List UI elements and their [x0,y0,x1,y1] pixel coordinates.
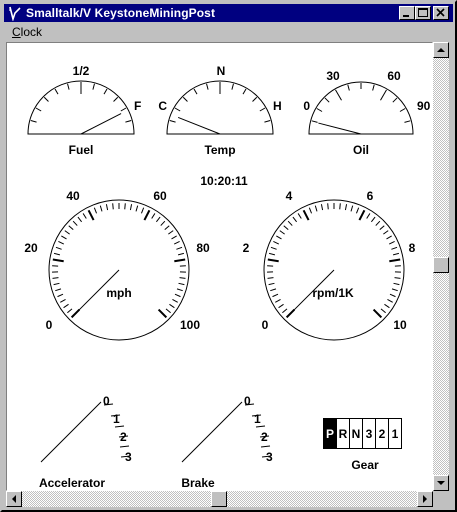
pedal-lever[interactable] [40,401,102,463]
gear-option-label: 2 [379,427,386,441]
pedal-position-label: 2 [120,430,127,444]
gauge-scale-label: 10 [393,318,407,332]
pedal-lever[interactable] [181,401,243,463]
gauge-scale-label: 90 [417,99,431,113]
clock-time: 10:20:11 [200,174,248,188]
accelerator-pedal[interactable]: 012 3 Accelerator [39,394,132,490]
pedal-tick [114,425,125,428]
window-title: Smalltalk/V KeystoneMiningPost [26,6,216,20]
gear-selector[interactable]: P R N 3 2 1 Gear [323,418,402,473]
oil-gauge: 0 30 60 90 Oil [303,69,430,157]
pedal-position-label: 2 [261,430,268,444]
pedal-position-label: 1 [113,412,120,426]
maximize-icon [418,8,428,17]
gauge-scale-label: H [273,99,282,113]
pedal-tick [255,425,266,428]
gauge-scale-label: 0 [46,318,53,332]
gauge-scale-label: 2 [243,241,250,255]
fuel-gauge: E1/2FFuel [27,64,141,157]
pedal-tick [119,445,130,448]
scroll-left-button[interactable] [6,491,22,507]
gauge-name-label: Temp [204,143,235,157]
gauge-scale-label: 20 [24,241,38,255]
gauge-scale-label: 100 [180,318,200,332]
horizontal-scroll-thumb[interactable] [211,491,227,507]
gauge-unit-label: rpm/1K [312,286,354,300]
scroll-up-button[interactable] [433,42,449,58]
arrow-up-icon [437,48,445,52]
vertical-scroll-thumb[interactable] [433,257,449,273]
gear-option-label: P [326,427,334,441]
arrow-left-icon [12,495,16,503]
gauge-tick [112,203,114,210]
gauge-scale-label: 6 [367,189,374,203]
gauge-name-label: Oil [353,143,369,157]
gear-name-label: Gear [351,458,379,472]
maximize-button[interactable] [415,6,431,20]
gauge-tick [327,203,329,210]
tachometer-gauge: 0 2 4 6 8 10 rpm/1K [243,189,416,341]
gauge-name-label: Fuel [69,143,94,157]
gear-option-label: R [339,427,348,441]
gauge-scale-label: 40 [66,189,80,203]
gauge-scale-label: 0 [262,318,269,332]
speedometer-gauge: 0 20 40 60 80 100 mph [24,189,210,341]
brake-pedal[interactable]: 012 3 Brake [181,394,273,490]
menu-item-clock[interactable]: Clock [12,25,42,39]
gauge-dial [308,81,414,135]
minimize-icon [403,15,409,17]
pedal-position-label: 0 [103,394,110,408]
pedal-tick [260,445,271,448]
gauge-scale-label: 1/2 [73,64,90,78]
arrow-right-icon [423,495,427,503]
gauge-scale-label: 4 [286,189,293,203]
gauge-scale-label: 60 [387,69,401,83]
vertical-scrollbar[interactable] [433,42,449,491]
gauge-scale-label: 8 [409,241,416,255]
gauge-scale-label: N [217,64,226,78]
scroll-down-button[interactable] [433,475,449,491]
pedal-name-label: Brake [181,476,215,490]
minimize-button[interactable] [399,6,415,20]
close-button[interactable] [433,6,449,20]
arrow-down-icon [437,481,445,485]
size-grip [433,491,449,507]
menu-bar: Clock [4,23,453,41]
gauge-scale-label: 60 [153,189,167,203]
gauge-scale-label: 0 [303,99,310,113]
temp-gauge: C N H Temp [158,64,281,157]
gauge-tick [339,203,341,210]
pedal-position-label: 1 [254,412,261,426]
gear-option-label: N [352,427,361,441]
pedal-position-label: 3 [266,450,273,464]
pedal-position-label: 0 [244,394,251,408]
title-bar[interactable]: Smalltalk/V KeystoneMiningPost [4,4,453,22]
gauge-tick [124,203,126,210]
smalltalk-icon[interactable] [7,5,23,22]
gear-option-label: 1 [392,427,399,441]
application-window: Smalltalk/V KeystoneMiningPost Clock E1/… [0,0,457,512]
dashboard-canvas: E1/2FFuelCNHTemp0306090Oil10:20:11020406… [6,42,433,491]
gauge-scale-label: F [134,99,141,113]
gauge-unit-label: mph [106,286,131,300]
gear-option-label: 3 [366,427,373,441]
gauge-scale-label: C [158,99,167,113]
pedal-position-label: 3 [125,450,132,464]
scroll-right-button[interactable] [417,491,433,507]
pedal-name-label: Accelerator [39,476,105,490]
close-icon [436,8,445,17]
horizontal-scrollbar[interactable] [6,491,433,507]
gauge-scale-label: 30 [326,69,340,83]
gauge-scale-label: 80 [196,241,210,255]
